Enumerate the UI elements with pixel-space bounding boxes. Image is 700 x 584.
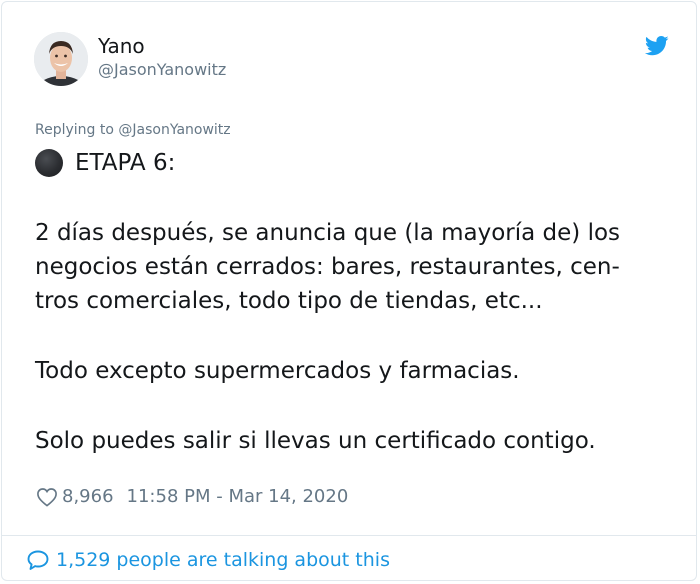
black-circle-emoji [35, 149, 63, 177]
divider [2, 535, 696, 536]
replying-to[interactable]: Replying to @JasonYanowitz [35, 121, 231, 139]
tweet-line: negocios están cerrados: bares, restaura… [35, 254, 620, 280]
twitter-bird-icon[interactable] [645, 36, 669, 56]
avatar[interactable] [34, 32, 88, 86]
tweet-line: Todo excepto supermercados y farmacias. [35, 358, 520, 384]
tweet-meta: 8,966 11:58 PM - Mar 14, 2020 [36, 485, 348, 509]
talking-label[interactable]: 1,529 people are talking about this [56, 548, 390, 572]
author-handle[interactable]: @JasonYanowitz [98, 60, 226, 80]
tweet-line: tros comerciales, todo tipo de tiendas, … [35, 288, 543, 314]
talking-link[interactable]: 1,529 people are talking about this [26, 548, 390, 572]
timestamp[interactable]: 11:58 PM - Mar 14, 2020 [127, 485, 349, 509]
heart-icon[interactable] [36, 487, 58, 507]
tweet-text: ETAPA 6: 2 días después, se anuncia que … [35, 146, 675, 458]
author-display-name[interactable]: Yano [98, 34, 145, 58]
stage-title: ETAPA 6: [75, 150, 176, 176]
stage-heading: ETAPA 6: [35, 146, 675, 180]
like-count[interactable]: 8,966 [62, 485, 114, 509]
tweet-line: Solo puedes salir si llevas un certifica… [35, 428, 596, 454]
tweet-card: Yano @JasonYanowitz Replying to @JasonYa… [1, 1, 697, 581]
avatar-photo [34, 32, 88, 86]
tweet-line: 2 días después, se anuncia que (la mayor… [35, 220, 621, 246]
speech-bubble-icon [27, 550, 49, 570]
